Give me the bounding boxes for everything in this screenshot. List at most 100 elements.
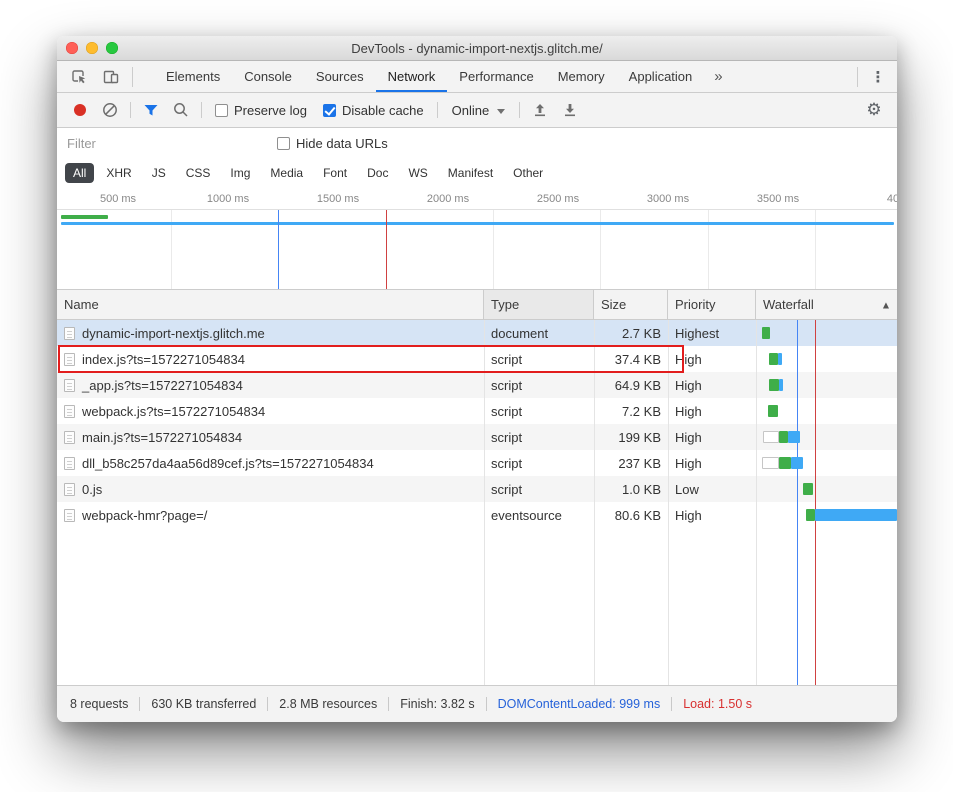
file-icon — [64, 327, 75, 340]
window-zoom-button[interactable] — [106, 42, 118, 54]
file-icon — [64, 509, 75, 522]
network-table-body: dynamic-import-nextjs.glitch.medocument2… — [57, 320, 897, 528]
request-type: script — [484, 476, 594, 502]
tab-sources[interactable]: Sources — [304, 61, 376, 92]
column-label: Type — [491, 297, 519, 312]
record-button[interactable] — [65, 97, 95, 123]
load-marker-line — [386, 210, 387, 289]
status-dom-content-loaded: DOMContentLoaded: 999 ms — [487, 697, 672, 711]
tab-performance[interactable]: Performance — [447, 61, 545, 92]
search-button[interactable] — [166, 97, 196, 123]
window-close-button[interactable] — [66, 42, 78, 54]
network-request-row[interactable]: 0.jsscript1.0 KBLow — [57, 476, 897, 502]
timeline-tick-label: 3500 ms — [757, 193, 799, 205]
request-name: index.js?ts=1572271054834 — [82, 352, 245, 367]
filter-row: Hide data URLs — [57, 128, 897, 158]
preserve-log-checkbox[interactable] — [215, 104, 228, 117]
request-name-cell: dll_b58c257da4aa56d89cef.js?ts=157227105… — [57, 450, 484, 476]
network-request-row[interactable]: webpack.js?ts=1572271054834script7.2 KBH… — [57, 398, 897, 424]
overview-bar-download — [61, 222, 894, 225]
sort-ascending-icon: ▲ — [883, 300, 889, 309]
request-priority: High — [668, 450, 756, 476]
more-tabs-button[interactable]: » — [704, 61, 732, 92]
request-name: dynamic-import-nextjs.glitch.me — [82, 326, 265, 341]
filter-pill-doc[interactable]: Doc — [359, 163, 396, 183]
status-requests: 8 requests — [59, 697, 139, 711]
disable-cache-toggle[interactable]: Disable cache — [315, 103, 432, 118]
waterfall-bar-ttfb — [779, 457, 791, 469]
request-name-cell: main.js?ts=1572271054834 — [57, 424, 484, 450]
filter-pill-media[interactable]: Media — [262, 163, 311, 183]
network-request-row[interactable]: _app.js?ts=1572271054834script64.9 KBHig… — [57, 372, 897, 398]
filter-input[interactable] — [67, 136, 257, 151]
filter-pill-xhr[interactable]: XHR — [98, 163, 139, 183]
request-name-cell: webpack-hmr?page=/ — [57, 502, 484, 528]
tab-memory[interactable]: Memory — [546, 61, 617, 92]
settings-button[interactable]: ⚙ — [859, 97, 889, 123]
filter-pill-manifest[interactable]: Manifest — [440, 163, 501, 183]
tab-console[interactable]: Console — [232, 61, 304, 92]
request-priority: High — [668, 372, 756, 398]
filter-pill-img[interactable]: Img — [222, 163, 258, 183]
request-name: _app.js?ts=1572271054834 — [82, 378, 243, 393]
network-request-row[interactable]: dll_b58c257da4aa56d89cef.js?ts=157227105… — [57, 450, 897, 476]
waterfall-bar-ttfb — [769, 353, 778, 365]
timeline-ruler: 500 ms1000 ms1500 ms2000 ms2500 ms3000 m… — [57, 188, 897, 210]
filter-pill-all[interactable]: All — [65, 163, 94, 183]
load-marker-line — [815, 320, 816, 685]
throttling-dropdown[interactable]: Online — [443, 103, 515, 118]
network-request-row[interactable]: dynamic-import-nextjs.glitch.medocument2… — [57, 320, 897, 346]
request-type: script — [484, 450, 594, 476]
filter-pill-other[interactable]: Other — [505, 163, 551, 183]
waterfall-bar-ttfb — [803, 483, 813, 495]
column-header-priority[interactable]: Priority — [668, 290, 756, 319]
filter-pill-css[interactable]: CSS — [178, 163, 219, 183]
filter-pill-font[interactable]: Font — [315, 163, 355, 183]
column-header-size[interactable]: Size — [594, 290, 668, 319]
toolbar-divider — [130, 102, 131, 118]
overview-bar-ttfb — [61, 215, 108, 219]
request-name-cell: 0.js — [57, 476, 484, 502]
window-titlebar[interactable]: DevTools - dynamic-import-nextjs.glitch.… — [57, 36, 897, 61]
overview-strip[interactable] — [57, 210, 897, 290]
network-request-row[interactable]: webpack-hmr?page=/eventsource80.6 KBHigh — [57, 502, 897, 528]
inspect-element-button[interactable] — [63, 61, 95, 92]
waterfall-bar-download — [791, 457, 803, 469]
tab-application[interactable]: Application — [617, 61, 705, 92]
column-header-name[interactable]: Name — [57, 290, 484, 319]
column-label: Size — [601, 297, 626, 312]
preserve-log-toggle[interactable]: Preserve log — [207, 103, 315, 118]
clear-button[interactable] — [95, 97, 125, 123]
tab-elements[interactable]: Elements — [154, 61, 232, 92]
device-toolbar-button[interactable] — [95, 61, 127, 92]
hide-data-urls-checkbox[interactable] — [277, 137, 290, 150]
waterfall-bar-download — [778, 353, 782, 365]
column-header-waterfall[interactable]: Waterfall ▲ — [756, 290, 897, 319]
request-size: 237 KB — [594, 450, 668, 476]
request-size: 80.6 KB — [594, 502, 668, 528]
column-separator — [594, 320, 595, 685]
column-header-type[interactable]: Type — [484, 290, 594, 319]
column-label: Waterfall — [763, 297, 814, 312]
tab-network[interactable]: Network — [376, 61, 448, 92]
table-header: Name Type Size Priority Waterfall ▲ — [57, 290, 897, 320]
filter-pill-ws[interactable]: WS — [400, 163, 435, 183]
network-request-row[interactable]: main.js?ts=1572271054834script199 KBHigh — [57, 424, 897, 450]
hide-data-urls-toggle[interactable]: Hide data URLs — [269, 136, 396, 151]
request-type: script — [484, 424, 594, 450]
network-request-row[interactable]: index.js?ts=1572271054834script37.4 KBHi… — [57, 346, 897, 372]
disable-cache-checkbox[interactable] — [323, 104, 336, 117]
devtools-menu-button[interactable]: ⋮ — [863, 61, 893, 92]
import-har-button[interactable] — [525, 97, 555, 123]
timeline-tick-label: 2500 ms — [537, 193, 579, 205]
waterfall-bar-ttfb — [762, 327, 770, 339]
filter-pill-js[interactable]: JS — [144, 163, 174, 183]
export-har-button[interactable] — [555, 97, 585, 123]
column-label: Priority — [675, 297, 715, 312]
filter-toggle-button[interactable] — [136, 97, 166, 123]
request-priority: High — [668, 502, 756, 528]
window-minimize-button[interactable] — [86, 42, 98, 54]
file-icon — [64, 353, 75, 366]
toolbar-divider — [437, 102, 438, 118]
file-icon — [64, 379, 75, 392]
